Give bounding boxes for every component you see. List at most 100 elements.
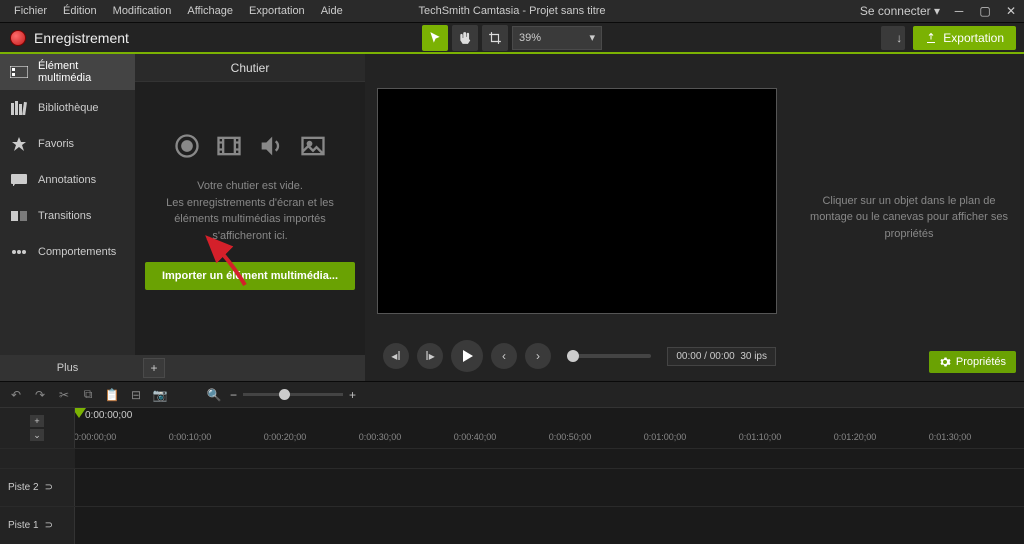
menu-aide[interactable]: Aide (313, 5, 351, 17)
cut-button[interactable]: ✂ (54, 385, 74, 405)
transition-icon (10, 209, 28, 223)
export-button[interactable]: Exportation (913, 26, 1016, 50)
crop-tool[interactable] (482, 25, 508, 51)
next-frame-button[interactable]: Ⅰ▸ (417, 343, 443, 369)
snapshot-button[interactable]: 📷 (150, 385, 170, 405)
split-button[interactable]: ⊟ (126, 385, 146, 405)
sidebar-item-annotations[interactable]: Annotations (0, 162, 135, 198)
bin-title: Chutier (135, 54, 365, 82)
redo-button[interactable]: ↷ (30, 385, 50, 405)
sidebar-item-library[interactable]: Bibliothèque (0, 90, 135, 126)
tick: 0:01:00;00 (644, 432, 687, 442)
properties-panel: Cliquer sur un objet dans le plan de mon… (794, 54, 1024, 381)
zoom-select[interactable]: 39%▾ (512, 26, 602, 50)
sidebar-label: Favoris (38, 138, 74, 150)
timeline: ↶ ↷ ✂ ⧉ 📋 ⊟ 📷 🔍 − + + ⌄ 0:00:00;00 0:00:… (0, 381, 1024, 544)
play-button[interactable] (451, 340, 483, 372)
sidebar-item-media[interactable]: Élément multimédia (0, 54, 135, 90)
track-1[interactable] (75, 507, 1024, 544)
sidebar-item-transitions[interactable]: Transitions (0, 198, 135, 234)
tick: 0:00:20;00 (264, 432, 307, 442)
track-controls: + ⌄ (0, 408, 75, 448)
menu-modification[interactable]: Modification (105, 5, 180, 17)
tick: 0:00:50;00 (549, 432, 592, 442)
zoom-minus[interactable]: − (230, 388, 237, 402)
toolbar: Enregistrement 39%▾ ↓ Exportation (0, 22, 1024, 54)
preview-panel: ◂Ⅰ Ⅰ▸ ‹ › 00:00 / 00:00 30 ips (365, 54, 794, 381)
sidebar-label: Annotations (38, 174, 96, 186)
record-icon (10, 30, 26, 46)
behavior-icon (10, 245, 28, 259)
sidebar-label: Bibliothèque (38, 102, 99, 114)
playhead-time: 0:00:00;00 (85, 410, 132, 421)
step-back-button[interactable]: ‹ (491, 343, 517, 369)
media-icon (10, 65, 28, 79)
prev-frame-button[interactable]: ◂Ⅰ (383, 343, 409, 369)
tick: 0:01:30;00 (929, 432, 972, 442)
more-label: Plus (57, 362, 78, 374)
tick: 0:00:00;00 (75, 432, 116, 442)
window-title: TechSmith Camtasia - Projet sans titre (418, 5, 605, 17)
track-2[interactable] (75, 469, 1024, 506)
film-icon (215, 132, 243, 160)
track-magnet-icon[interactable]: ⊃ (45, 482, 53, 493)
maximize-icon[interactable]: ▢ (978, 4, 992, 18)
zoom-out-icon[interactable]: 🔍 (204, 385, 224, 405)
tick: 0:00:40;00 (454, 432, 497, 442)
step-forward-button[interactable]: › (525, 343, 551, 369)
sidebar: Élément multimédia Bibliothèque Favoris … (0, 54, 135, 381)
track-magnet-icon[interactable]: ⊃ (45, 520, 53, 531)
close-icon[interactable]: ✕ (1004, 4, 1018, 18)
paste-button[interactable]: 📋 (102, 385, 122, 405)
collapse-tracks-button[interactable]: ⌄ (30, 429, 44, 441)
media-bin: Chutier Votre chutier est vide. Les enre… (135, 54, 365, 381)
zoom-plus[interactable]: + (349, 388, 356, 402)
sidebar-item-favorites[interactable]: Favoris (0, 126, 135, 162)
track-label-1[interactable]: Piste 1⊃ (0, 507, 75, 544)
menu-affichage[interactable]: Affichage (179, 5, 241, 17)
annotation-icon (10, 173, 28, 187)
sidebar-item-behaviors[interactable]: Comportements (0, 234, 135, 270)
minimize-icon[interactable]: ─ (952, 4, 966, 18)
sidebar-label: Élément multimédia (38, 60, 125, 84)
scrubber-handle[interactable] (567, 350, 579, 362)
menu-exportation[interactable]: Exportation (241, 5, 313, 17)
tick: 0:01:20;00 (834, 432, 877, 442)
properties-button[interactable]: Propriétés (929, 351, 1016, 373)
track-label-2[interactable]: Piste 2⊃ (0, 469, 75, 506)
bin-placeholder-icons (173, 132, 327, 160)
pan-tool[interactable] (452, 25, 478, 51)
tick: 0:00:10;00 (169, 432, 212, 442)
preview-canvas[interactable] (377, 88, 777, 314)
chevron-down-icon: ▾ (589, 31, 595, 44)
signin-link[interactable]: Se connecter ▾ (860, 4, 940, 18)
tick: 0:00:30;00 (359, 432, 402, 442)
add-track-button[interactable]: + (30, 415, 44, 427)
download-button[interactable]: ↓ (881, 26, 905, 50)
record-circle-icon (173, 132, 201, 160)
star-icon (10, 137, 28, 151)
record-button[interactable]: Enregistrement (0, 30, 139, 46)
menu-fichier[interactable]: Fichier (6, 5, 55, 17)
audio-icon (257, 132, 285, 160)
playback-scrubber[interactable] (567, 354, 651, 358)
copy-button[interactable]: ⧉ (78, 385, 98, 405)
zoom-thumb[interactable] (279, 389, 290, 400)
timeline-ruler[interactable]: 0:00:00;00 0:00:00;00 0:00:10;00 0:00:20… (75, 408, 1024, 448)
sidebar-label: Transitions (38, 210, 91, 222)
menubar: Fichier Édition Modification Affichage E… (0, 0, 1024, 22)
import-media-button[interactable]: Importer un élément multimédia... (145, 262, 355, 290)
library-icon (10, 101, 28, 115)
time-display: 00:00 / 00:00 30 ips (667, 347, 776, 366)
select-tool[interactable] (422, 25, 448, 51)
add-media-button[interactable]: + (143, 358, 165, 378)
props-button-label: Propriétés (956, 356, 1006, 368)
menu-edition[interactable]: Édition (55, 5, 105, 17)
undo-button[interactable]: ↶ (6, 385, 26, 405)
sidebar-more[interactable]: Plus (0, 355, 135, 381)
bin-empty-text: Votre chutier est vide. Les enregistreme… (149, 178, 351, 244)
timeline-zoom-slider[interactable] (243, 393, 343, 396)
props-hint: Cliquer sur un objet dans le plan de mon… (810, 193, 1008, 243)
sidebar-label: Comportements (38, 246, 116, 258)
export-label: Exportation (943, 31, 1004, 45)
